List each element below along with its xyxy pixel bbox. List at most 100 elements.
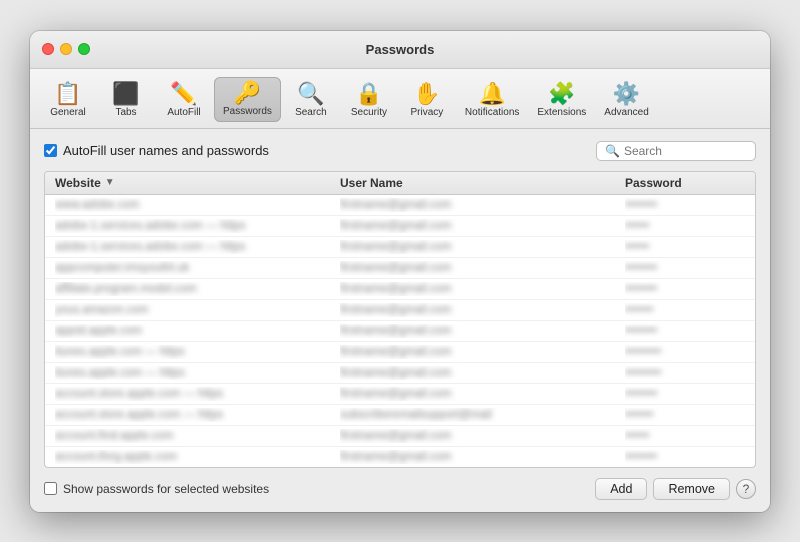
show-passwords-label[interactable]: Show passwords for selected websites	[44, 482, 269, 496]
security-icon: 🔒	[355, 83, 382, 105]
table-body: www.adobe.com firstname@gmail.com ••••••…	[45, 195, 755, 467]
search-icon: 🔍	[605, 144, 620, 158]
toolbar: 📋 General ⬛ Tabs ✏️ AutoFill 🔑 Passwords…	[30, 69, 770, 129]
table-row[interactable]: account.find.apple.com firstname@gmail.c…	[45, 426, 755, 447]
table-header: Website ▼ User Name Password	[45, 172, 755, 195]
cell-username: firstname@gmail.com	[340, 324, 625, 338]
general-icon: 📋	[54, 83, 81, 105]
search-toolbar-icon: 🔍	[297, 83, 324, 105]
toolbar-label-tabs: Tabs	[115, 107, 136, 118]
cell-website: itunes.apple.com — https	[55, 345, 340, 359]
toolbar-item-extensions[interactable]: 🧩 Extensions	[529, 79, 594, 122]
cell-password: ••••••••	[625, 387, 745, 401]
toolbar-label-passwords: Passwords	[223, 106, 272, 117]
table-row[interactable]: yous.amazon.com firstname@gmail.com ••••…	[45, 300, 755, 321]
column-header-password[interactable]: Password	[625, 176, 745, 190]
toolbar-item-search[interactable]: 🔍 Search	[283, 79, 339, 122]
cell-password: ••••••	[625, 429, 745, 443]
minimize-button[interactable]	[60, 43, 72, 55]
cell-website: appsit.apple.com	[55, 324, 340, 338]
cell-website: www.adobe.com	[55, 198, 340, 212]
cell-username: firstname@gmail.com	[340, 303, 625, 317]
window-title: Passwords	[366, 42, 435, 57]
cell-username: subscriberemailsupport@mail	[340, 408, 625, 422]
cell-website: itunes.apple.com — https	[55, 366, 340, 380]
column-header-website[interactable]: Website ▼	[55, 176, 340, 190]
cell-password: •••••••••	[625, 366, 745, 380]
cell-username: firstname@gmail.com	[340, 387, 625, 401]
top-bar: AutoFill user names and passwords 🔍	[44, 141, 756, 161]
cell-password: ••••••••	[625, 324, 745, 338]
show-passwords-checkbox[interactable]	[44, 482, 57, 495]
toolbar-item-security[interactable]: 🔒 Security	[341, 79, 397, 122]
remove-button[interactable]: Remove	[653, 478, 730, 500]
table-row[interactable]: itunes.apple.com — https firstname@gmail…	[45, 342, 755, 363]
passwords-table: Website ▼ User Name Password www.adobe.c…	[44, 171, 756, 468]
cell-website: affiliate.program.model.com	[55, 282, 340, 296]
help-button[interactable]: ?	[736, 479, 756, 499]
toolbar-label-autofill: AutoFill	[167, 107, 200, 118]
table-row[interactable]: appsit.apple.com firstname@gmail.com •••…	[45, 321, 755, 342]
notifications-icon: 🔔	[478, 83, 505, 105]
cell-username: firstname@gmail.com	[340, 450, 625, 464]
toolbar-label-general: General	[50, 107, 86, 118]
table-row[interactable]: account.iforg.apple.com firstname@gmail.…	[45, 447, 755, 467]
toolbar-item-advanced[interactable]: ⚙️ Advanced	[596, 79, 656, 122]
cell-website: account.find.apple.com	[55, 429, 340, 443]
traffic-lights	[42, 43, 90, 55]
cell-username: firstname@gmail.com	[340, 198, 625, 212]
table-row[interactable]: account.store.apple.com — https subscrib…	[45, 405, 755, 426]
cell-website: adobe-1.services.adobe.com — https	[55, 240, 340, 254]
toolbar-item-privacy[interactable]: ✋ Privacy	[399, 79, 455, 122]
cell-username: firstname@gmail.com	[340, 219, 625, 233]
search-box[interactable]: 🔍	[596, 141, 756, 161]
search-input[interactable]	[624, 144, 744, 158]
cell-password: ••••••	[625, 219, 745, 233]
bottom-buttons: Add Remove ?	[595, 478, 756, 500]
table-row[interactable]: appcomputer.imsyou64.uk firstname@gmail.…	[45, 258, 755, 279]
toolbar-label-search: Search	[295, 107, 327, 118]
maximize-button[interactable]	[78, 43, 90, 55]
passwords-icon: 🔑	[234, 82, 261, 104]
toolbar-item-notifications[interactable]: 🔔 Notifications	[457, 79, 527, 122]
table-row[interactable]: itunes.apple.com — https firstname@gmail…	[45, 363, 755, 384]
toolbar-label-privacy: Privacy	[411, 107, 444, 118]
toolbar-item-tabs[interactable]: ⬛ Tabs	[98, 79, 154, 122]
main-window: Passwords 📋 General ⬛ Tabs ✏️ AutoFill 🔑…	[30, 31, 770, 512]
cell-website: yous.amazon.com	[55, 303, 340, 317]
cell-password: •••••••	[625, 408, 745, 422]
column-header-username[interactable]: User Name	[340, 176, 625, 190]
cell-username: firstname@gmail.com	[340, 282, 625, 296]
cell-password: •••••••••	[625, 345, 745, 359]
cell-website: account.store.apple.com — https	[55, 387, 340, 401]
content-area: AutoFill user names and passwords 🔍 Webs…	[30, 129, 770, 512]
table-row[interactable]: www.adobe.com firstname@gmail.com ••••••…	[45, 195, 755, 216]
table-row[interactable]: affiliate.program.model.com firstname@gm…	[45, 279, 755, 300]
extensions-icon: 🧩	[548, 83, 575, 105]
add-button[interactable]: Add	[595, 478, 647, 500]
toolbar-label-notifications: Notifications	[465, 107, 519, 118]
cell-password: ••••••	[625, 240, 745, 254]
autofill-checkbox-input[interactable]	[44, 144, 57, 157]
table-row[interactable]: adobe-1.services.adobe.com — https first…	[45, 237, 755, 258]
autofill-icon: ✏️	[170, 83, 197, 105]
tabs-icon: ⬛	[112, 83, 139, 105]
cell-username: firstname@gmail.com	[340, 261, 625, 275]
toolbar-label-extensions: Extensions	[537, 107, 586, 118]
cell-password: ••••••••	[625, 282, 745, 296]
close-button[interactable]	[42, 43, 54, 55]
table-row[interactable]: adobe-1.services.adobe.com — https first…	[45, 216, 755, 237]
autofill-checkbox-label[interactable]: AutoFill user names and passwords	[44, 143, 269, 158]
bottom-bar: Show passwords for selected websites Add…	[44, 478, 756, 500]
cell-website: account.iforg.apple.com	[55, 450, 340, 464]
privacy-icon: ✋	[413, 83, 440, 105]
cell-password: •••••••	[625, 303, 745, 317]
table-row[interactable]: account.store.apple.com — https firstnam…	[45, 384, 755, 405]
cell-website: adobe-1.services.adobe.com — https	[55, 219, 340, 233]
toolbar-item-autofill[interactable]: ✏️ AutoFill	[156, 79, 212, 122]
toolbar-label-security: Security	[351, 107, 387, 118]
advanced-icon: ⚙️	[613, 83, 640, 105]
toolbar-item-general[interactable]: 📋 General	[40, 79, 96, 122]
titlebar: Passwords	[30, 31, 770, 69]
toolbar-item-passwords[interactable]: 🔑 Passwords	[214, 77, 281, 122]
